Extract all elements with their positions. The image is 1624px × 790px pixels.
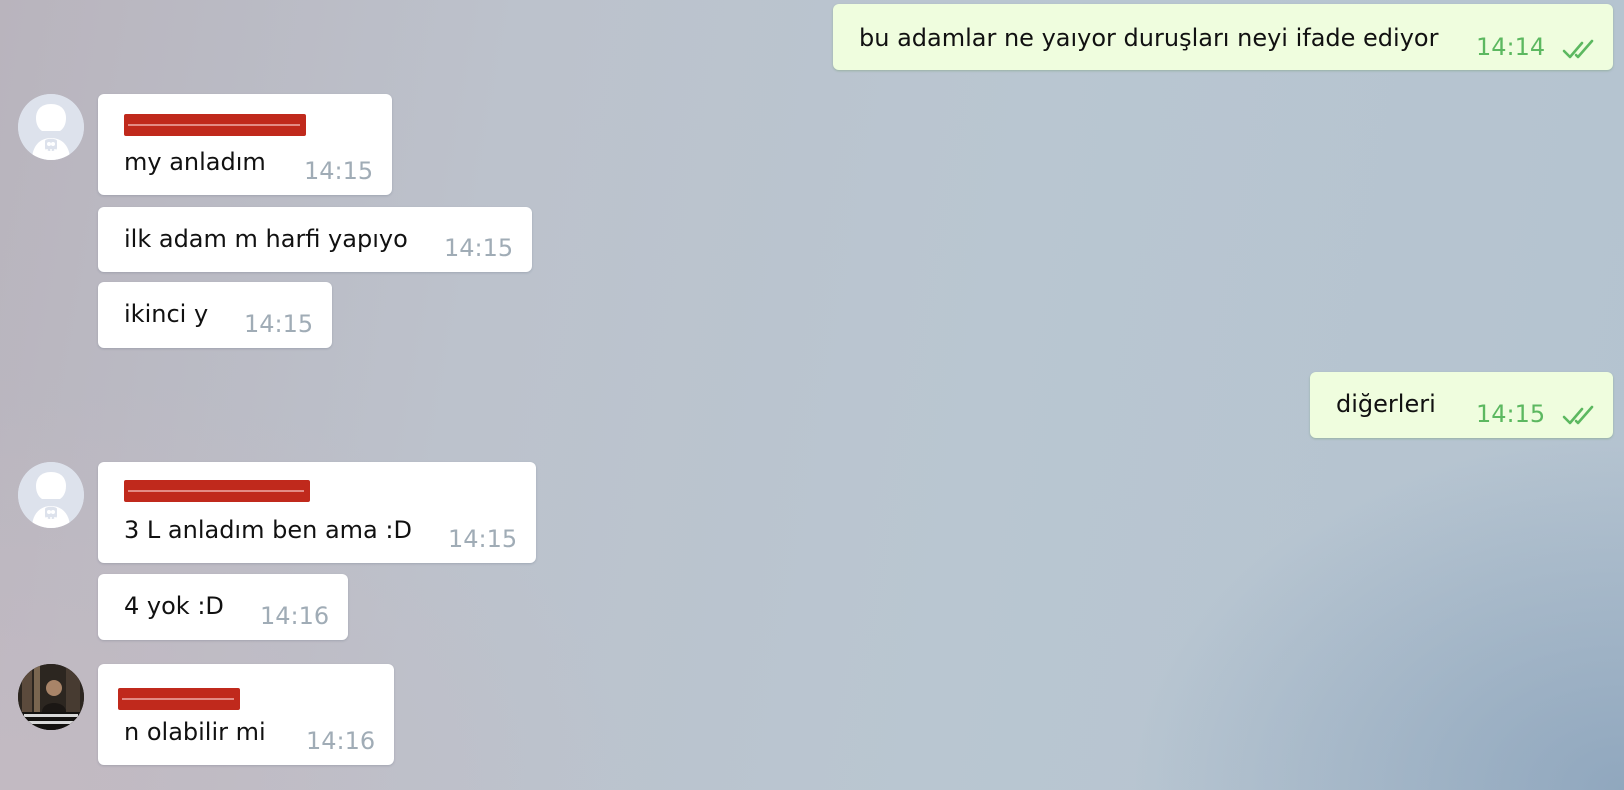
- message-text: 4 yok :D: [124, 592, 224, 620]
- avatar[interactable]: [18, 664, 84, 730]
- outgoing-message[interactable]: bu adamlar ne yaıyor duruşları neyi ifad…: [833, 4, 1613, 70]
- message-time: 14:15: [444, 234, 514, 262]
- sender-name-redacted[interactable]: [124, 480, 310, 502]
- message-text: ikinci y: [124, 300, 209, 328]
- incoming-message[interactable]: ilk adam m harfi yapıyo 14:15: [98, 207, 532, 272]
- punisher-skull-icon: [18, 462, 84, 528]
- avatar[interactable]: [18, 462, 84, 528]
- punisher-skull-icon: [18, 94, 84, 160]
- message-time: 14:14: [1476, 33, 1546, 61]
- profile-photo-icon: [18, 664, 84, 730]
- incoming-message[interactable]: 3 L anladım ben ama :D 14:15: [98, 462, 536, 563]
- message-time: 14:15: [1476, 400, 1546, 428]
- message-time: 14:15: [448, 525, 518, 553]
- message-text: bu adamlar ne yaıyor duruşları neyi ifad…: [859, 24, 1439, 52]
- incoming-message[interactable]: 4 yok :D 14:16: [98, 574, 348, 640]
- message-time: 14:16: [306, 727, 376, 755]
- incoming-message[interactable]: n olabilir mi 14:16: [98, 664, 394, 765]
- message-time: 14:15: [304, 157, 374, 185]
- message-time: 14:15: [244, 310, 314, 338]
- message-text: ilk adam m harfi yapıyo: [124, 225, 408, 253]
- chat-history[interactable]: bu adamlar ne yaıyor duruşları neyi ifad…: [0, 0, 1624, 790]
- message-text: my anladım: [124, 148, 266, 176]
- avatar[interactable]: [18, 94, 84, 160]
- message-text: 3 L anladım ben ama :D: [124, 516, 412, 544]
- incoming-message[interactable]: ikinci y 14:15: [98, 282, 332, 348]
- message-text: n olabilir mi: [124, 718, 266, 746]
- double-check-icon: [1562, 405, 1594, 425]
- double-check-icon: [1562, 39, 1594, 59]
- sender-name-redacted[interactable]: [124, 114, 306, 136]
- sender-name-redacted[interactable]: [118, 688, 240, 710]
- message-text: diğerleri: [1336, 390, 1436, 418]
- message-time: 14:16: [260, 602, 330, 630]
- outgoing-message[interactable]: diğerleri 14:15: [1310, 372, 1613, 438]
- incoming-message[interactable]: my anladım 14:15: [98, 94, 392, 195]
